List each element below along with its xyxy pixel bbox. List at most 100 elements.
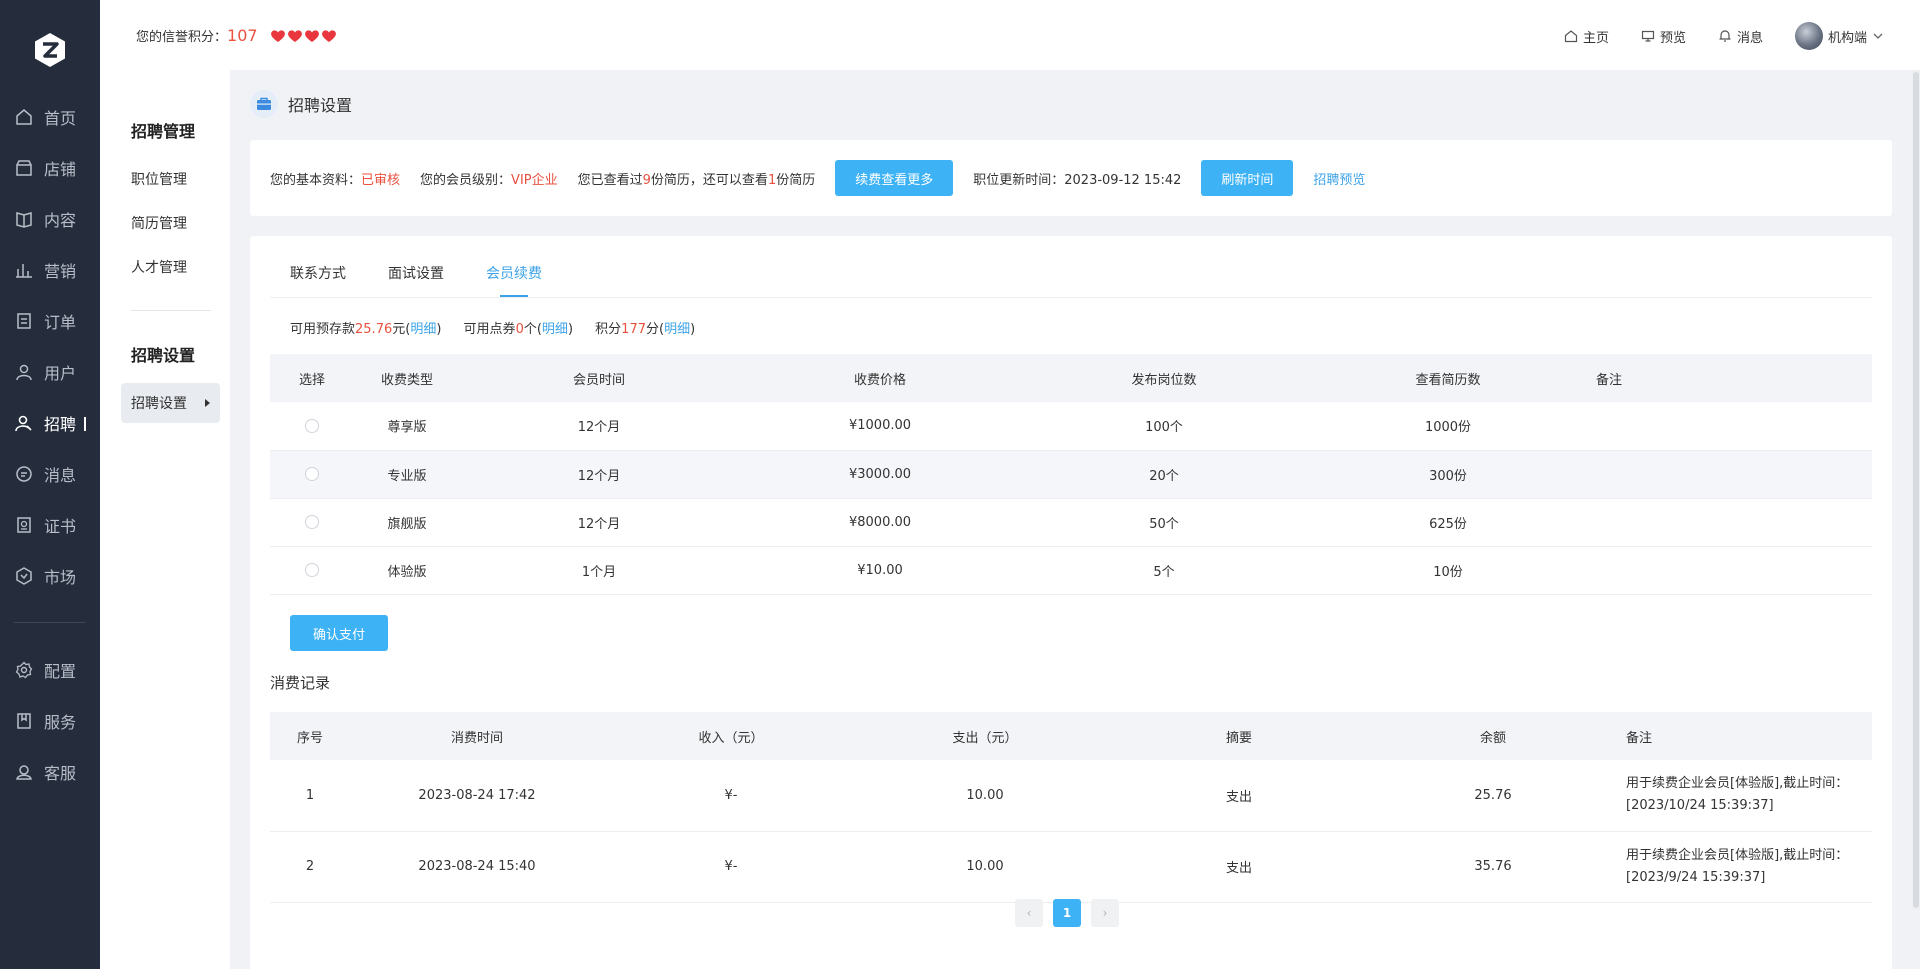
plan-type: 体验版 <box>354 546 460 595</box>
tab-membership[interactable]: 会员续费 <box>486 263 542 297</box>
preview-link[interactable]: 预览 <box>1641 27 1686 46</box>
sidebar-item-label: 内容 <box>44 211 77 230</box>
credit-label: 您的信誉积分： <box>136 30 228 45</box>
sub-item-talents[interactable]: 人才管理 <box>131 257 187 277</box>
records-table: 序号 消费时间 收入（元） 支出（元） 摘要 余额 备注 1 2023-08-2… <box>270 712 1872 903</box>
sidebar-item-label: 市场 <box>44 568 77 587</box>
heart-icon <box>304 30 319 42</box>
sidebar-item-recruit[interactable]: 招聘 <box>0 403 100 443</box>
points-value: 177 <box>621 322 646 337</box>
sidebar-item-service[interactable]: 服务 <box>0 701 100 741</box>
plan-radio[interactable] <box>305 418 319 433</box>
coupon-unit: 个( <box>523 322 542 337</box>
refresh-time-button[interactable]: 刷新时间 <box>1201 160 1294 196</box>
sidebar-item-content[interactable]: 内容 <box>0 199 100 239</box>
briefcase-icon <box>250 90 278 118</box>
table-row[interactable]: 体验版 1个月 ¥10.00 5个 10份 <box>270 546 1872 595</box>
sidebar-item-market[interactable]: 市场 <box>0 556 100 596</box>
top-bar: 您的信誉积分：107 主页 预览 消息 机构端 <box>100 0 1920 70</box>
plan-table: 选择 收费类型 会员时间 收费价格 发布岗位数 查看简历数 备注 尊享版 12个… <box>270 354 1872 595</box>
coupon-detail-link[interactable]: 明细 <box>542 322 568 337</box>
sidebar-item-messages[interactable]: 消息 <box>0 454 100 494</box>
prev-page-button[interactable]: ‹ <box>1015 899 1043 927</box>
recruit-preview-link[interactable]: 招聘预览 <box>1313 169 1365 188</box>
col-no: 序号 <box>270 712 350 760</box>
sidebar-item-label: 店铺 <box>44 160 77 179</box>
col-note: 备注 <box>1590 354 1872 402</box>
basic-info-label: 您的基本资料： <box>270 172 362 188</box>
sidebar-item-store[interactable]: 店铺 <box>0 148 100 188</box>
member-level: 您的会员级别：VIP企业 <box>420 169 558 188</box>
book-icon <box>14 209 34 229</box>
paren: ) <box>690 322 696 337</box>
user-name: 机构端 <box>1827 30 1867 46</box>
plan-posts: 20个 <box>1022 450 1306 499</box>
sidebar-item-certificates[interactable]: 证书 <box>0 505 100 545</box>
resume-quota-prefix: 您已查看过 <box>577 172 643 188</box>
sub-item-recruit-settings[interactable]: 招聘设置 <box>121 383 220 423</box>
col-expense: 支出（元） <box>858 712 1112 760</box>
plan-note <box>1590 546 1872 595</box>
app-logo[interactable] <box>32 32 68 68</box>
page-header: 招聘设置 <box>250 90 352 118</box>
plan-posts: 5个 <box>1022 546 1306 595</box>
plan-resumes: 10份 <box>1306 546 1590 595</box>
record-no: 1 <box>270 760 350 832</box>
sidebar-item-marketing[interactable]: 营销 <box>0 250 100 290</box>
sidebar-item-users[interactable]: 用户 <box>0 352 100 392</box>
tab-interview[interactable]: 面试设置 <box>388 263 444 283</box>
plan-type: 尊享版 <box>354 402 460 451</box>
plan-type: 专业版 <box>354 450 460 499</box>
member-level-value: VIP企业 <box>511 172 558 188</box>
sidebar-item-label: 证书 <box>44 517 77 536</box>
user-menu[interactable]: 机构端 <box>1794 22 1884 50</box>
col-posts: 发布岗位数 <box>1022 354 1306 402</box>
update-time: 职位更新时间：2023-09-12 15:42 <box>973 172 1182 188</box>
tab-contact[interactable]: 联系方式 <box>290 263 346 283</box>
confirm-pay-button[interactable]: 确认支付 <box>290 615 388 651</box>
table-row[interactable]: 尊享版 12个月 ¥1000.00 100个 1000份 <box>270 402 1872 451</box>
home-link[interactable]: 主页 <box>1564 27 1609 46</box>
points-detail-link[interactable]: 明细 <box>664 322 690 337</box>
renew-button[interactable]: 续费查看更多 <box>835 160 954 196</box>
page-1-button[interactable]: 1 <box>1053 899 1081 927</box>
plan-radio[interactable] <box>305 467 319 481</box>
sub-item-resumes[interactable]: 简历管理 <box>131 213 187 233</box>
next-page-button[interactable]: › <box>1091 899 1119 927</box>
scrollbar-thumb[interactable] <box>1913 72 1919 908</box>
plan-note <box>1590 402 1872 451</box>
points-unit: 分( <box>646 322 665 337</box>
pagination: ‹ 1 › <box>1015 899 1119 927</box>
sidebar-item-home[interactable]: 首页 <box>0 97 100 137</box>
sidebar-item-label: 订单 <box>44 313 77 332</box>
sidebar-item-orders[interactable]: 订单 <box>0 301 100 341</box>
table-row[interactable]: 专业版 12个月 ¥3000.00 20个 300份 <box>270 450 1872 499</box>
resume-quota-mid: 份简历，还可以查看 <box>650 172 768 188</box>
sidebar-item-label: 服务 <box>44 713 77 732</box>
order-icon <box>14 311 34 331</box>
sidebar-item-label: 用户 <box>44 364 77 383</box>
plan-price: ¥3000.00 <box>738 450 1022 499</box>
avatar <box>1794 22 1823 50</box>
deposit-value: 25.76 <box>355 322 393 337</box>
sub-item-positions[interactable]: 职位管理 <box>131 169 187 189</box>
record-time: 2023-08-24 15:40 <box>350 831 604 903</box>
basic-info: 您的基本资料：已审核 <box>270 169 400 188</box>
sidebar-item-support[interactable]: 客服 <box>0 752 100 792</box>
table-row[interactable]: 旗舰版 12个月 ¥8000.00 50个 625份 <box>270 498 1872 547</box>
vertical-scrollbar[interactable] <box>1912 70 1920 910</box>
messages-link[interactable]: 消息 <box>1718 27 1763 46</box>
plan-radio[interactable] <box>305 563 319 577</box>
resume-quota-suffix: 份简历 <box>776 172 816 188</box>
deposit-detail-link[interactable]: 明细 <box>410 322 436 337</box>
group-title-recruit-settings: 招聘设置 <box>131 346 196 365</box>
plan-resumes: 625份 <box>1306 498 1590 547</box>
record-balance: 35.76 <box>1366 831 1620 903</box>
plan-radio[interactable] <box>305 515 319 529</box>
sidebar-item-settings[interactable]: 配置 <box>0 650 100 690</box>
record-balance: 25.76 <box>1366 760 1620 832</box>
preview-link-label: 预览 <box>1659 30 1686 46</box>
plan-period: 12个月 <box>460 450 738 499</box>
plan-period: 12个月 <box>460 498 738 547</box>
message-icon <box>14 464 34 484</box>
